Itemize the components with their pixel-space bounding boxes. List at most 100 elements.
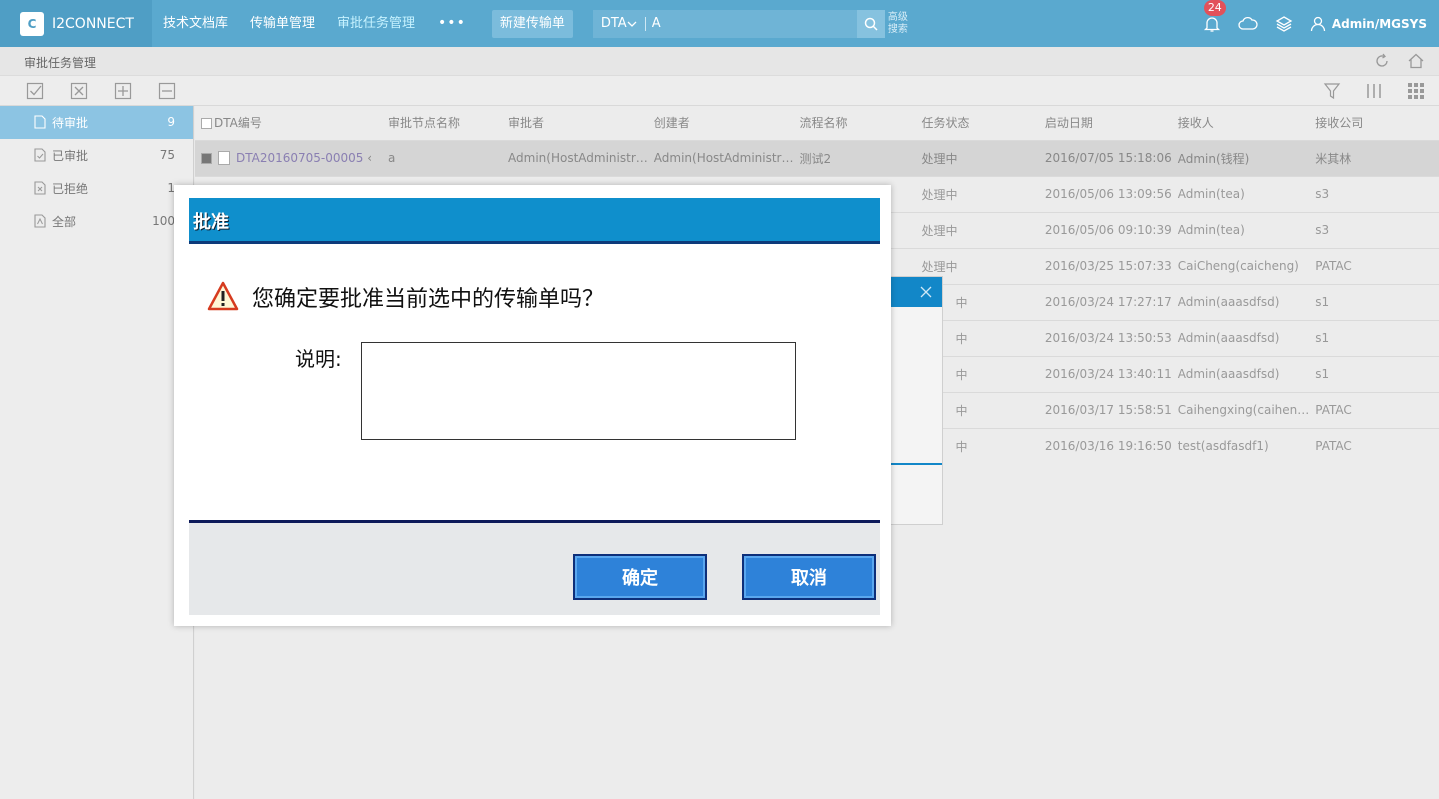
- toolbar-left: [26, 82, 176, 100]
- warning-icon: [207, 281, 239, 311]
- date-cell: 2016/03/25 15:07:33: [1038, 247, 1172, 284]
- sidebar-item-label: 全部: [52, 215, 77, 229]
- bell-icon: [1203, 16, 1220, 32]
- logo-icon: C: [20, 11, 44, 36]
- filter-icon[interactable]: [1323, 82, 1341, 100]
- new-transfer-button[interactable]: 新建传输单: [491, 9, 573, 38]
- sidebar-item-count: 75: [159, 148, 175, 162]
- sidebar-item-label: 已拒绝: [52, 182, 89, 196]
- dta-id-cell[interactable]: DTA20160705-00005 ‹: [195, 139, 382, 176]
- sidebar-item-count: 9: [167, 115, 175, 129]
- approver-cell: Admin(HostAdministr…: [502, 139, 648, 176]
- logo-text: I2CONNECT: [52, 15, 134, 32]
- notification-button[interactable]: 24: [1202, 0, 1226, 34]
- column-header[interactable]: 审批节点名称: [382, 106, 502, 140]
- approved-doc-icon: [34, 148, 46, 162]
- layers-button[interactable]: [1274, 14, 1294, 34]
- confirm-question: 您确定要批准当前选中的传输单吗？: [252, 287, 605, 312]
- approve-dialog: 批准 您确定要批准当前选中的传输单吗？ 说明: 确定 取消: [174, 185, 891, 626]
- collapse-icon[interactable]: [158, 82, 176, 100]
- node-cell: a: [381, 139, 503, 176]
- dialog-header: 批准: [189, 198, 880, 244]
- nav-item-transfer-management[interactable]: 传输单管理: [239, 0, 326, 47]
- company-cell: 米其林: [1309, 139, 1439, 176]
- dta-id-link[interactable]: DTA20160705-00005: [236, 151, 363, 165]
- background-dialog: [888, 276, 943, 525]
- cloud-button[interactable]: [1238, 14, 1258, 34]
- confirm-button[interactable]: 确定: [573, 554, 707, 600]
- company-cell: PATAC: [1309, 391, 1439, 428]
- columns-icon[interactable]: [1365, 82, 1383, 100]
- user-name: Admin/MGSYS: [1331, 16, 1427, 31]
- rejected-doc-icon: [34, 181, 46, 195]
- sidebar-item-pending[interactable]: 待审批 9: [0, 106, 193, 139]
- app-logo[interactable]: C I2CONNECT: [0, 0, 152, 47]
- search-input[interactable]: [651, 16, 857, 31]
- column-header[interactable]: 接收公司: [1309, 106, 1439, 140]
- receiver-cell: Admin(aaasdfsd): [1171, 319, 1310, 356]
- receiver-cell: Admin(tea): [1171, 175, 1310, 212]
- more-nav-button[interactable]: •••: [426, 0, 478, 47]
- search-type-label: DTA: [600, 16, 627, 31]
- table-header-row: DTA编号 审批节点名称 审批者 创建者 流程名称 任务状态 启动日期 接收人 …: [195, 106, 1439, 140]
- sidebar-item-rejected[interactable]: 已拒绝 1: [0, 172, 193, 205]
- flow-cell: 测试2: [793, 139, 916, 176]
- search-button[interactable]: [856, 9, 885, 38]
- main-nav: 技术文档库 传输单管理 审批任务管理 •••: [152, 0, 478, 47]
- background-dialog-divider: [889, 463, 942, 465]
- search-divider: [644, 16, 646, 31]
- nav-item-approval-tasks[interactable]: 审批任务管理: [326, 0, 426, 47]
- dialog-footer: 确定 取消: [189, 520, 880, 615]
- refresh-icon[interactable]: [1373, 52, 1391, 70]
- action-toolbar: [0, 76, 1439, 106]
- sidebar-item-count: 100: [152, 214, 175, 228]
- advanced-search-link[interactable]: 高级搜索: [885, 12, 915, 36]
- close-icon[interactable]: [920, 286, 932, 298]
- receiver-cell: Admin(钱程): [1171, 139, 1310, 176]
- expand-icon[interactable]: [114, 82, 132, 100]
- column-header[interactable]: 创建者: [648, 106, 794, 140]
- date-cell: 2016/03/16 19:16:50: [1038, 427, 1172, 464]
- sidebar-item-all[interactable]: 全部 100: [0, 205, 193, 238]
- reject-icon[interactable]: [70, 82, 88, 100]
- search-bar: DTA: [592, 9, 885, 38]
- top-nav-bar: C I2CONNECT 技术文档库 传输单管理 审批任务管理 ••• 新建传输单…: [0, 0, 1439, 47]
- breadcrumb: 审批任务管理: [24, 56, 97, 70]
- search-icon: [864, 17, 878, 31]
- table-row[interactable]: DTA20160705-00005 ‹ a Admin(HostAdminist…: [195, 139, 1439, 176]
- chevron-down-icon: [627, 21, 637, 27]
- approve-icon[interactable]: [26, 82, 44, 100]
- column-header[interactable]: 接收人: [1172, 106, 1310, 140]
- column-header[interactable]: 审批者: [502, 106, 648, 140]
- grid-view-icon[interactable]: [1407, 82, 1425, 100]
- receiver-cell: Caihengxing(caihen…: [1171, 391, 1310, 428]
- toolbar-right: [1323, 82, 1425, 100]
- breadcrumb-bar: 审批任务管理: [0, 47, 1439, 76]
- note-label: 说明:: [295, 347, 342, 371]
- all-doc-icon: [34, 214, 46, 228]
- row-checkbox[interactable]: [201, 152, 212, 164]
- cancel-button[interactable]: 取消: [742, 554, 876, 600]
- status-cell: 处理中: [915, 175, 1039, 212]
- status-cell: 处理中: [915, 139, 1039, 176]
- chevron-left-icon[interactable]: ‹: [367, 151, 372, 165]
- company-cell: s1: [1309, 319, 1439, 356]
- home-icon[interactable]: [1407, 52, 1425, 70]
- breadcrumb-actions: [1373, 52, 1425, 70]
- note-textarea[interactable]: [361, 342, 796, 440]
- nav-item-tech-docs[interactable]: 技术文档库: [152, 0, 239, 47]
- user-menu[interactable]: Admin/MGSYS: [1310, 16, 1427, 32]
- column-header[interactable]: 启动日期: [1039, 106, 1172, 140]
- column-header[interactable]: DTA编号: [195, 106, 382, 140]
- cloud-icon: [1238, 16, 1258, 30]
- company-cell: s1: [1309, 355, 1439, 392]
- select-all-checkbox[interactable]: [201, 118, 212, 130]
- search-type-select[interactable]: DTA: [593, 16, 645, 31]
- sidebar-item-label: 已审批: [52, 149, 89, 163]
- sidebar-item-approved[interactable]: 已审批 75: [0, 139, 193, 172]
- company-cell: s3: [1309, 211, 1439, 248]
- receiver-cell: Admin(aaasdfsd): [1171, 283, 1310, 320]
- column-header[interactable]: 任务状态: [915, 106, 1038, 140]
- date-cell: 2016/05/06 09:10:39: [1038, 211, 1172, 248]
- column-header[interactable]: 流程名称: [793, 106, 915, 140]
